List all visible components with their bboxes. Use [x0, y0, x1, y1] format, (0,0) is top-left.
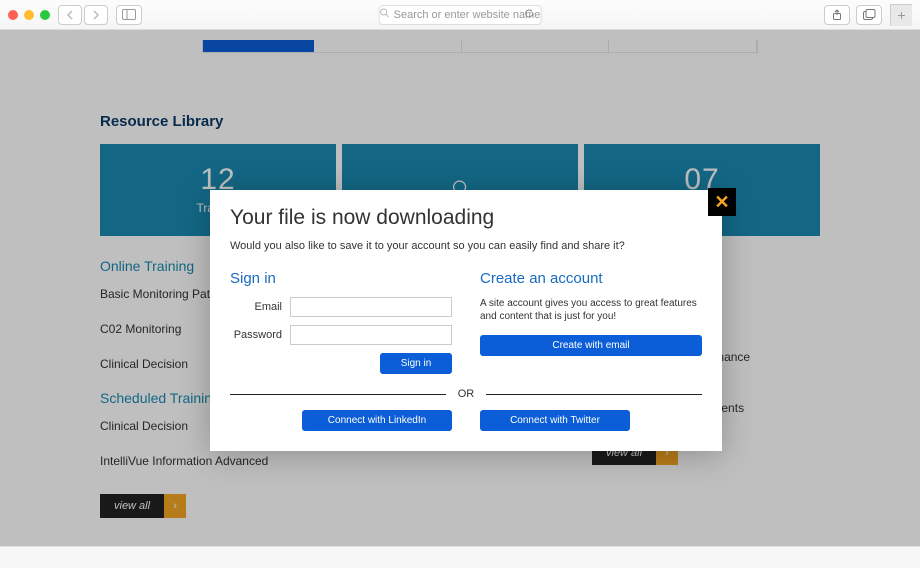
close-button[interactable]: ✕ — [708, 188, 736, 216]
forward-button[interactable] — [84, 5, 108, 25]
url-bar[interactable]: Search or enter website name — [379, 5, 542, 25]
close-icon: ✕ — [714, 192, 729, 213]
create-account-column: Create an account A site account gives y… — [480, 270, 702, 374]
signin-column: Sign in Email Password Sign in — [230, 270, 452, 374]
back-button[interactable] — [58, 5, 82, 25]
modal-title: Your file is now downloading — [230, 206, 702, 230]
share-button[interactable] — [824, 5, 850, 25]
sidebar-toggle-button[interactable] — [116, 5, 142, 25]
maximize-window-button[interactable] — [40, 10, 50, 20]
minimize-window-button[interactable] — [24, 10, 34, 20]
or-label: OR — [446, 388, 487, 400]
reload-icon[interactable] — [523, 8, 534, 22]
new-tab-button[interactable]: + — [890, 4, 912, 26]
tabs-button[interactable] — [856, 5, 882, 25]
create-desc: A site account gives you access to great… — [480, 297, 702, 323]
password-label: Password — [230, 329, 290, 341]
url-placeholder: Search or enter website name — [394, 9, 541, 21]
search-icon — [380, 8, 390, 21]
signin-button[interactable]: Sign in — [380, 353, 452, 374]
connect-linkedin-button[interactable]: Connect with LinkedIn — [302, 410, 452, 431]
download-modal: ✕ Your file is now downloading Would you… — [210, 190, 722, 451]
email-field[interactable] — [290, 297, 452, 317]
signin-heading: Sign in — [230, 270, 452, 287]
connect-twitter-button[interactable]: Connect with Twitter — [480, 410, 630, 431]
browser-toolbar: Search or enter website name + — [0, 0, 920, 30]
create-heading: Create an account — [480, 270, 702, 287]
bottom-bar — [0, 546, 920, 568]
or-divider: OR — [230, 388, 702, 400]
traffic-lights — [8, 10, 50, 20]
page-content: Resource Library 12 Training ○ 07 nts On… — [0, 30, 920, 568]
create-with-email-button[interactable]: Create with email — [480, 335, 702, 356]
password-field[interactable] — [290, 325, 452, 345]
modal-subtitle: Would you also like to save it to your a… — [230, 240, 702, 252]
close-window-button[interactable] — [8, 10, 18, 20]
email-label: Email — [230, 301, 290, 313]
